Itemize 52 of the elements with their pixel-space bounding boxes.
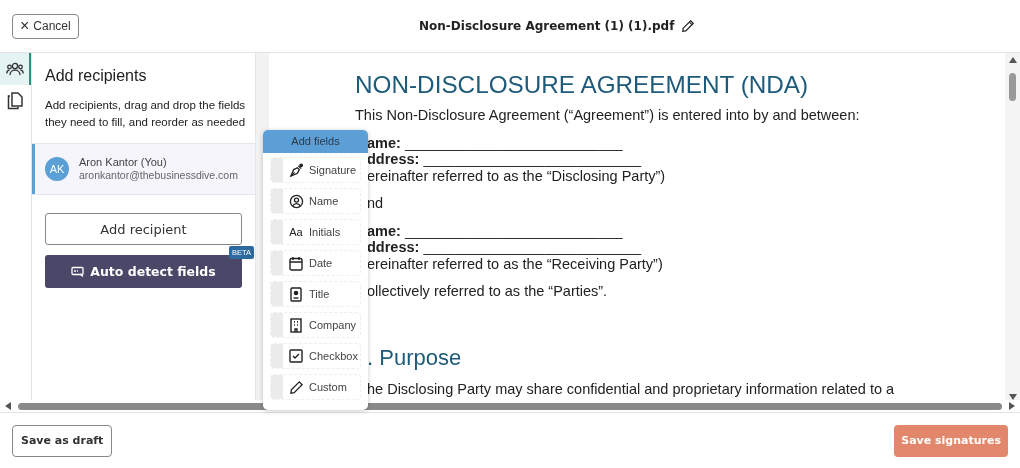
document-text: ereinafter referred to as the “Disclosing Party”) — [366, 167, 667, 184]
rail-tab[interactable] — [0, 53, 31, 85]
calendar-icon — [289, 255, 303, 271]
field-item[interactable]: Aa Initials — [270, 219, 361, 245]
save-draft-button[interactable]: Save as draft — [12, 424, 113, 457]
document-text: NON-DISCLOSURE AGREEMENT (NDA) — [355, 70, 810, 100]
pencil-icon[interactable] — [681, 19, 696, 33]
popover-title: Add fields — [263, 130, 368, 153]
document-text: he Disclosing Party may share confidential and proprietary information related to a — [366, 380, 896, 397]
checkbox-icon — [289, 349, 303, 363]
pages-icon — [6, 92, 23, 110]
cancel-button[interactable]: × Cancel — [12, 13, 79, 39]
recipient-name: Aron Kantor (You) — [79, 156, 168, 169]
document-text: This Non-Disclosure Agreement (“Agreement”) is entered into by and between: — [355, 107, 861, 124]
user-circle-icon — [288, 193, 304, 209]
field-item[interactable]: Date — [270, 250, 361, 276]
field-item[interactable]: Company — [270, 312, 361, 338]
document-title: Non-Disclosure Agreement (1) (1).pdf — [419, 19, 675, 33]
field-item[interactable]: Checkbox — [270, 343, 361, 369]
scroll-right-icon[interactable] — [1009, 402, 1015, 410]
document-text: . Purpose — [366, 343, 463, 372]
pen-nib-icon — [288, 162, 304, 178]
recipient-email: aronkantor@thebusinessdive.com — [79, 169, 238, 182]
recipient-card[interactable]: AK Aron Kantor (You) aronkantor@thebusinessdive.com — [32, 143, 255, 195]
document-text: ame: ___________________________ — [366, 222, 624, 239]
scroll-thumb[interactable] — [18, 402, 1002, 410]
people-icon — [5, 61, 24, 77]
panel-title: Add recipients — [45, 67, 148, 85]
document-text: ame: ___________________________ — [366, 134, 624, 151]
field-item[interactable]: Custom — [270, 374, 361, 400]
id-badge-icon — [290, 286, 302, 302]
scroll-thumb[interactable] — [1009, 73, 1016, 101]
vertical-scrollbar[interactable] — [1005, 53, 1020, 400]
document-text: ddress: ___________________________ — [366, 151, 643, 168]
scroll-down-icon[interactable] — [1008, 394, 1017, 400]
initials-glyph: Aa — [289, 226, 303, 238]
avatar: AK — [45, 157, 69, 181]
field-item[interactable]: Title — [270, 281, 361, 307]
field-item[interactable]: Signature — [270, 157, 361, 183]
document-text: ddress: ___________________________ — [366, 239, 643, 256]
panel-description: Add recipients, drag and drop the fields they need to fill, and reorder as needed — [45, 98, 247, 130]
pencil-icon — [288, 379, 304, 395]
document-text: nd — [366, 195, 385, 212]
scroll-left-icon[interactable] — [5, 402, 11, 410]
document-text: ereinafter referred to as the “Receiving Party”) — [366, 255, 664, 272]
auto-detect-button[interactable]: Auto detect fields — [45, 255, 242, 288]
field-item[interactable]: Name — [270, 188, 361, 214]
horizontal-scrollbar[interactable] — [0, 400, 1020, 413]
document-text: ollectively referred to as the “Parties”. — [366, 283, 609, 300]
scroll-up-icon[interactable] — [1008, 57, 1017, 63]
add-recipient-button[interactable]: Add recipient — [45, 213, 242, 245]
building-icon — [290, 317, 302, 333]
